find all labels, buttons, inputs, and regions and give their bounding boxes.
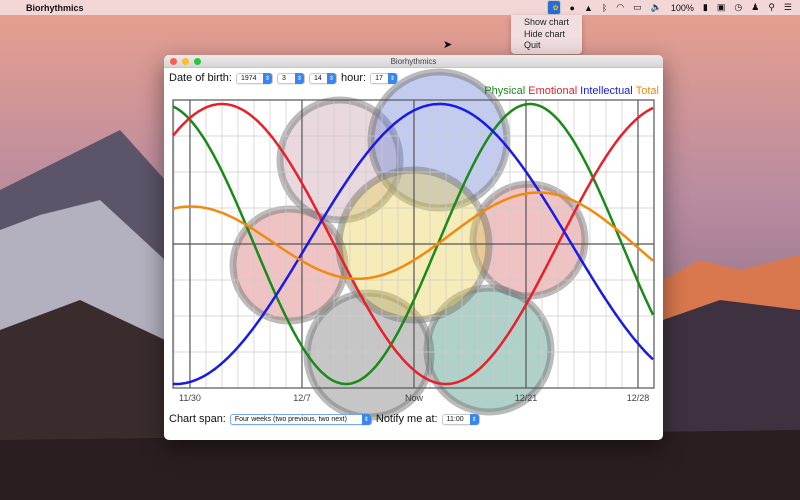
day-value: 14 (313, 74, 322, 82)
biorhythm-chart: 11/30 12/7 Now 12/21 12/28 (172, 68, 655, 421)
hour-value: 17 (375, 74, 383, 82)
chart-legend: Physical Emotional Intellectual Total (484, 85, 659, 97)
hour-label: hour: (340, 72, 367, 84)
menu-item-hide-chart[interactable]: Hide chart (511, 29, 582, 41)
user-icon[interactable]: ♟ (751, 2, 759, 13)
chart-span-value: Four weeks (two previous, two next) (234, 415, 347, 423)
menu-bar: Biorhythmics ✿ ● ▲ ᛒ ◠ ▭ 🔈 100% ▮ ▣ ◷ ♟ … (0, 0, 800, 15)
status-menu: Show chart Hide chart Quit (511, 15, 582, 54)
legend-emotional: Emotional (528, 85, 578, 97)
dob-label: Date of birth: (169, 72, 232, 84)
year-value: 1974 (240, 74, 257, 82)
search-icon[interactable]: ⚲ (768, 2, 775, 13)
month-select[interactable]: 3 ⇕ (276, 72, 305, 84)
x-tick-label: 11/30 (179, 393, 201, 403)
menu-item-show-chart[interactable]: Show chart (511, 17, 582, 29)
biorhythmics-window: Biorhythmics 11/30 12/7 Now 12/21 12/28 Date… (164, 55, 663, 440)
chevron-updown-icon: ⇕ (469, 413, 479, 425)
hour-select[interactable]: 17 ⇕ (370, 72, 399, 84)
chevron-updown-icon: ⇕ (294, 72, 304, 84)
x-tick-label: 12/28 (627, 393, 650, 403)
chevron-updown-icon: ⇕ (361, 413, 371, 425)
status-icon-1[interactable]: ● (570, 3, 575, 13)
biorhythmics-status-icon[interactable]: ✿ (546, 0, 561, 15)
legend-intellectual: Intellectual (580, 85, 633, 97)
battery-icon[interactable]: ▮ (703, 2, 708, 13)
year-select[interactable]: 1974 ⇕ (235, 72, 273, 84)
chevron-updown-icon: ⇕ (326, 72, 336, 84)
x-tick-label: 12/21 (515, 393, 538, 403)
app-menu[interactable]: Biorhythmics (26, 3, 84, 13)
airplay-icon[interactable]: ▭ (633, 2, 642, 13)
notify-time-select[interactable]: 11:00 ⇕ (441, 413, 480, 425)
bluetooth-icon[interactable]: ᛒ (602, 3, 607, 13)
chevron-updown-icon: ⇕ (262, 72, 272, 84)
volume-icon[interactable]: 🔈 (651, 2, 662, 13)
chart-span-label: Chart span: (169, 413, 226, 425)
legend-physical: Physical (484, 85, 526, 97)
wifi-icon[interactable]: ◠ (616, 2, 624, 13)
month-value: 3 (281, 74, 286, 82)
notifications-icon[interactable]: ☰ (784, 2, 792, 13)
notify-label: Notify me at: (375, 413, 438, 425)
day-select[interactable]: 14 ⇕ (308, 72, 337, 84)
drive-icon[interactable]: ▲ (584, 3, 593, 13)
x-tick-label: 12/7 (293, 393, 311, 403)
x-tick-label: Now (405, 393, 424, 403)
chart-span-select[interactable]: Four weeks (two previous, two next) ⇕ (229, 413, 372, 425)
battery-percent[interactable]: 100% (671, 3, 694, 13)
notify-time-value: 11:00 (446, 415, 464, 423)
chevron-updown-icon: ⇕ (388, 72, 398, 84)
clock-icon[interactable]: ◷ (734, 2, 742, 13)
mouse-cursor-icon: ➤ (443, 39, 453, 51)
calendar-icon[interactable]: ▣ (717, 2, 726, 13)
legend-total: Total (635, 85, 659, 97)
menu-item-quit[interactable]: Quit (511, 40, 582, 52)
